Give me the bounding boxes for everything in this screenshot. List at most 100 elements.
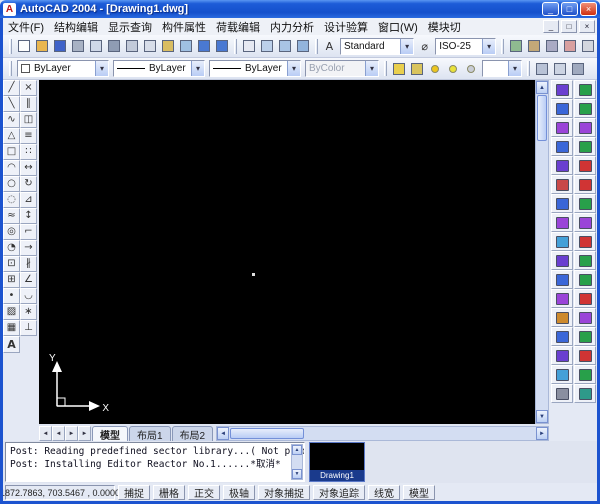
mdi-minimize-button[interactable]: _	[543, 20, 559, 33]
tab-layout1[interactable]: 布局1	[129, 426, 171, 441]
circle-icon[interactable]: ○	[3, 176, 20, 192]
properties-icon[interactable]	[507, 37, 525, 55]
plugin-tool-icon[interactable]	[551, 251, 573, 270]
grid-toggle[interactable]: 栅格	[153, 485, 185, 500]
zoom-realtime-icon[interactable]	[258, 37, 276, 55]
osnap-toggle[interactable]: 对象捕捉	[258, 485, 310, 500]
designcenter-icon[interactable]	[525, 37, 543, 55]
polar-toggle[interactable]: 极轴	[223, 485, 255, 500]
lineweight-control-combo[interactable]: ByLayer ▾	[209, 60, 301, 77]
plugin-tool-icon[interactable]	[551, 346, 573, 365]
line-icon[interactable]: ╱	[3, 80, 20, 96]
plugin-tool-icon[interactable]	[574, 270, 596, 289]
fillet-icon[interactable]: ◡	[20, 288, 37, 304]
save-icon[interactable]	[51, 37, 69, 55]
menu-item[interactable]: 文件(F)	[3, 18, 49, 36]
scroll-up-icon[interactable]: ▲	[536, 81, 548, 94]
spline-icon[interactable]: ≈	[3, 208, 20, 224]
text-style-combo[interactable]: Standard ▾	[340, 38, 414, 55]
color-control-combo[interactable]: ByLayer ▾	[17, 60, 109, 77]
tab-last-button[interactable]: ►	[78, 426, 91, 441]
scroll-right-icon[interactable]: ►	[536, 427, 548, 440]
plugin-tool-icon[interactable]	[574, 156, 596, 175]
mtext-icon[interactable]: A	[3, 336, 20, 353]
plugin-tool-icon[interactable]	[551, 156, 573, 175]
vertical-scrollbar[interactable]: ▲ ▼	[535, 80, 549, 424]
plugin-tool-icon[interactable]	[574, 289, 596, 308]
scroll-left-icon[interactable]: ◄	[217, 427, 229, 440]
horizontal-scrollbar[interactable]: ◄ ►	[216, 426, 549, 441]
plugin-tool-icon[interactable]	[574, 232, 596, 251]
region-icon[interactable]: ▦	[3, 320, 20, 336]
layer-lock-icon[interactable]	[462, 60, 480, 78]
trim-icon[interactable]: ⌐	[20, 224, 37, 240]
scroll-up-icon[interactable]: ▲	[292, 445, 302, 455]
ortho-toggle[interactable]: 正交	[188, 485, 220, 500]
horizontal-scroll-thumb[interactable]	[230, 428, 304, 439]
plugin-tool-icon[interactable]	[574, 80, 596, 99]
layers-icon[interactable]	[390, 60, 408, 78]
chevron-down-icon[interactable]: ▾	[482, 39, 495, 54]
layer-states-manager-icon[interactable]	[551, 60, 569, 78]
menu-item[interactable]: 显示查询	[103, 18, 157, 36]
plugin-tool-icon[interactable]	[551, 365, 573, 384]
window-close-button[interactable]: ×	[580, 2, 597, 16]
publish-icon[interactable]	[105, 37, 123, 55]
layer-control-combo[interactable]: ▾	[482, 60, 522, 77]
insert-block-icon[interactable]: ⊡	[3, 256, 20, 272]
zoom-previous-icon[interactable]	[294, 37, 312, 55]
plugin-tool-icon[interactable]	[551, 327, 573, 346]
rectangle-icon[interactable]: □	[3, 144, 20, 160]
mdi-close-button[interactable]: ×	[579, 20, 595, 33]
layer-previous-icon[interactable]	[408, 60, 426, 78]
plugin-tool-icon[interactable]	[574, 99, 596, 118]
pan-icon[interactable]	[240, 37, 258, 55]
menu-item[interactable]: 构件属性	[157, 18, 211, 36]
scale-icon[interactable]: ⊿	[20, 192, 37, 208]
chevron-down-icon[interactable]: ▾	[508, 61, 521, 76]
plugin-tool-icon[interactable]	[574, 365, 596, 384]
layer-freeze-sun-icon[interactable]	[444, 60, 462, 78]
make-object-layer-icon[interactable]	[533, 60, 551, 78]
plugin-tool-icon[interactable]	[551, 289, 573, 308]
tab-layout2[interactable]: 布局2	[172, 426, 214, 441]
model-toggle[interactable]: 模型	[403, 485, 435, 500]
explode-icon[interactable]: ∗	[20, 304, 37, 320]
redo-icon[interactable]	[213, 37, 231, 55]
snap-toggle[interactable]: 捕捉	[118, 485, 150, 500]
text-style-icon[interactable]: A	[321, 37, 338, 55]
polygon-icon[interactable]: △	[3, 128, 20, 144]
open-file-icon[interactable]	[33, 37, 51, 55]
move-icon[interactable]: ↔	[20, 160, 37, 176]
drawing-preview-window[interactable]: Drawing1	[309, 442, 365, 482]
plugin-tool-icon[interactable]	[574, 384, 596, 403]
plugin-tool-icon[interactable]	[551, 175, 573, 194]
construction-line-icon[interactable]: ╲	[3, 96, 20, 112]
plugin-tool-icon[interactable]	[574, 308, 596, 327]
plugin-tool-icon[interactable]	[574, 251, 596, 270]
plugin-tool-icon[interactable]	[551, 80, 573, 99]
match-properties-icon[interactable]	[177, 37, 195, 55]
command-scrollbar[interactable]: ▲ ▼	[291, 444, 303, 480]
plugin-tool-icon[interactable]	[551, 232, 573, 251]
ellipse-arc-icon[interactable]: ◔	[3, 240, 20, 256]
plot-preview-icon[interactable]	[87, 37, 105, 55]
stretch-icon[interactable]: ↕	[20, 208, 37, 224]
dim-style-combo[interactable]: ISO-25 ▾	[435, 38, 496, 55]
break-icon[interactable]: ∦	[20, 256, 37, 272]
help-icon[interactable]	[579, 37, 597, 55]
scroll-down-icon[interactable]: ▼	[536, 410, 548, 423]
plugin-tool-icon[interactable]	[551, 308, 573, 327]
undo-icon[interactable]	[195, 37, 213, 55]
copy-object-icon[interactable]: ∥	[20, 96, 37, 112]
command-history[interactable]: Post: Reading predefined sector library.…	[5, 442, 305, 482]
window-maximize-button[interactable]: □	[561, 2, 578, 16]
dim-style-icon[interactable]: ⌀	[416, 37, 433, 55]
menu-item[interactable]: 结构编辑	[49, 18, 103, 36]
paste-icon[interactable]	[159, 37, 177, 55]
extend-icon[interactable]: →	[20, 240, 37, 256]
linetype-control-combo[interactable]: ByLayer ▾	[113, 60, 205, 77]
polyline-icon[interactable]: ∿	[3, 112, 20, 128]
plot-icon[interactable]	[69, 37, 87, 55]
plugin-tool-icon[interactable]	[574, 118, 596, 137]
